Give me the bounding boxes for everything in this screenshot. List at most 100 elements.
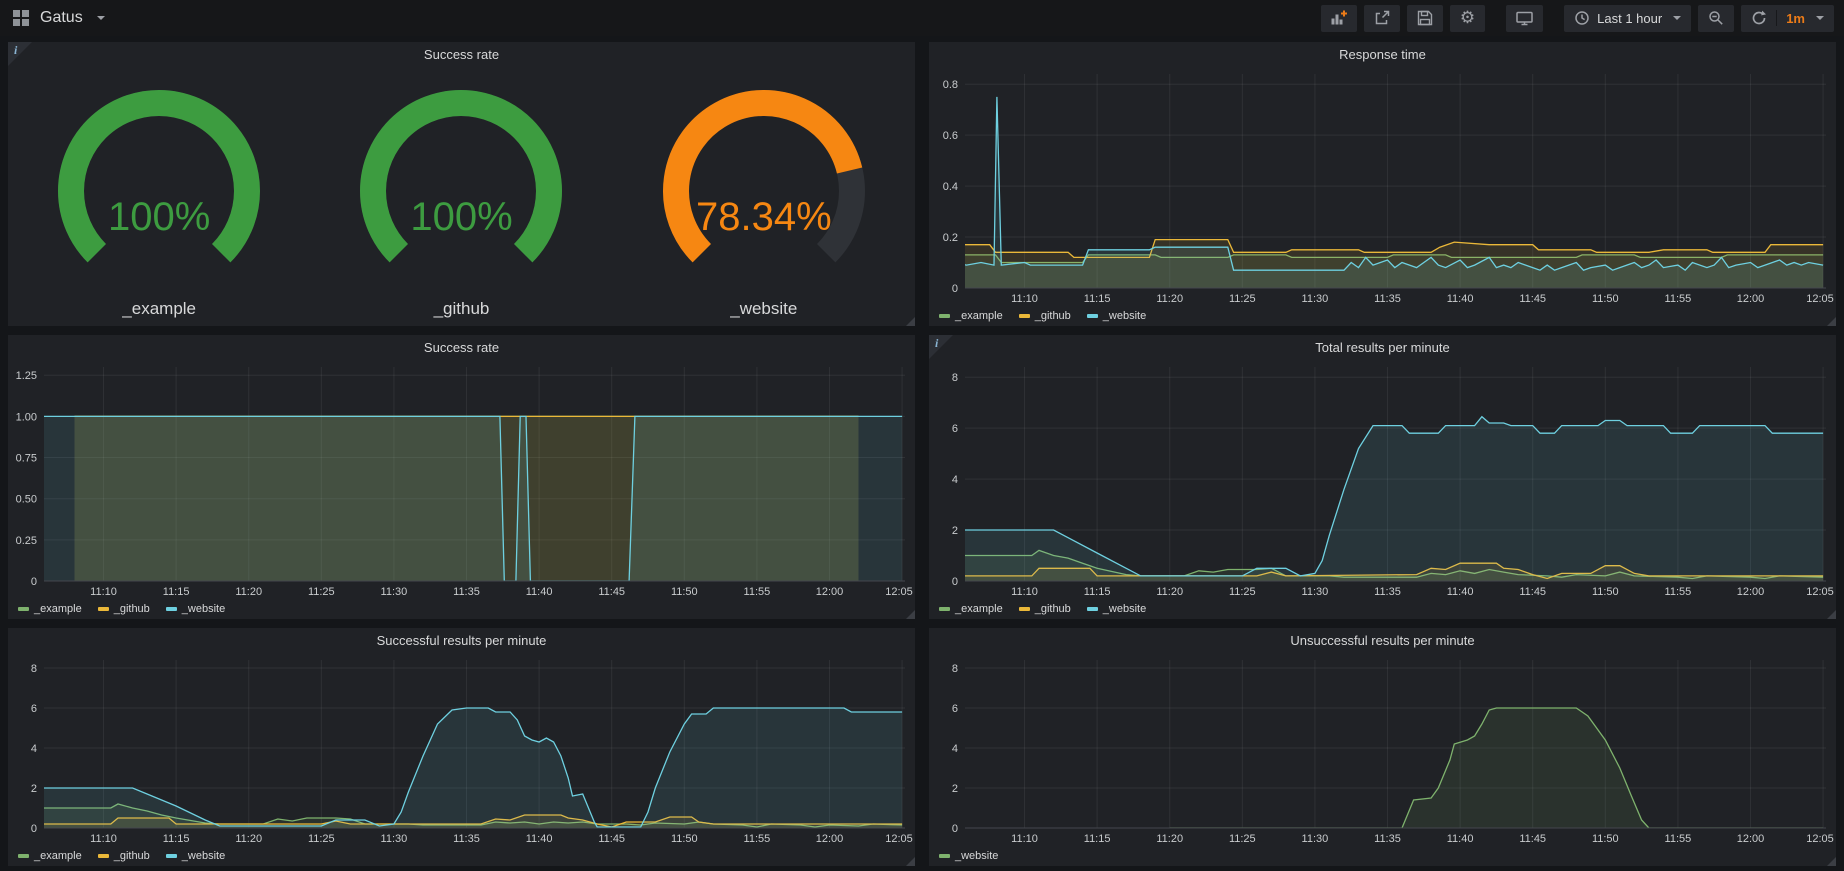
legend-item[interactable]: _website <box>939 850 998 862</box>
x-axis-tick-label: 12:05 <box>885 586 913 598</box>
panel-successful-results: Successful results per minute 11:1011:15… <box>8 628 915 866</box>
legend-item[interactable]: _example <box>18 850 82 862</box>
legend-swatch <box>939 854 950 858</box>
x-axis-tick-label: 11:50 <box>1592 833 1619 845</box>
legend-label: _example <box>34 850 82 862</box>
y-axis-tick-label: 6 <box>952 703 958 715</box>
series-fill-_website <box>31 708 902 828</box>
legend-item[interactable]: _example <box>18 603 82 615</box>
legend-item[interactable]: _website <box>1087 603 1146 615</box>
panel-resize-handle[interactable] <box>1827 857 1836 866</box>
panel-resize-handle[interactable] <box>906 317 915 326</box>
total-results-chart[interactable]: 11:1011:1511:2011:2511:3011:3511:4011:45… <box>929 360 1836 599</box>
panel-title[interactable]: Unsuccessful results per minute <box>929 628 1836 653</box>
x-axis-tick-label: 11:45 <box>1519 586 1546 598</box>
gauge-github: 100% _github <box>311 79 611 319</box>
x-axis-tick-label: 11:30 <box>1302 833 1329 845</box>
share-dashboard-button[interactable] <box>1364 5 1400 32</box>
time-range-picker[interactable]: Last 1 hour <box>1564 5 1691 32</box>
panel-title[interactable]: Success rate <box>8 335 915 360</box>
legend-label: _github <box>1035 310 1071 322</box>
y-axis-tick-label: 0.75 <box>16 453 37 465</box>
save-dashboard-button[interactable] <box>1407 5 1443 32</box>
panel-info-corner[interactable]: i <box>929 335 953 359</box>
chevron-down-icon <box>1816 16 1824 20</box>
panel-resize-handle[interactable] <box>1827 317 1836 326</box>
tv-mode-button[interactable] <box>1506 5 1543 32</box>
panel-title[interactable]: Successful results per minute <box>8 628 915 653</box>
gauge-website: 78.34% _website <box>614 79 914 319</box>
chart-legend: _website <box>929 846 1836 866</box>
legend-swatch <box>1087 607 1098 611</box>
x-axis-tick-label: 11:10 <box>1011 586 1038 598</box>
legend-item[interactable]: _github <box>1019 603 1071 615</box>
x-axis-tick-label: 12:05 <box>1806 293 1834 305</box>
unsuccessful-results-chart[interactable]: 11:1011:1511:2011:2511:3011:3511:4011:45… <box>929 653 1836 846</box>
legend-swatch <box>1019 314 1030 318</box>
panel-title[interactable]: Total results per minute <box>929 335 1836 360</box>
x-axis-tick-label: 12:00 <box>1737 586 1765 598</box>
y-axis-tick-label: 8 <box>952 372 958 384</box>
panel-info-corner[interactable]: i <box>8 42 32 66</box>
panel-resize-handle[interactable] <box>1827 610 1836 619</box>
response-time-chart[interactable]: 11:1011:1511:2011:2511:3011:3511:4011:45… <box>929 67 1836 306</box>
x-axis-tick-label: 11:20 <box>235 833 262 845</box>
legend-label: _website <box>955 850 998 862</box>
y-axis-tick-label: 2 <box>952 783 958 795</box>
legend-item[interactable]: _example <box>939 603 1003 615</box>
dashboard-settings-button[interactable]: ⚙ <box>1450 5 1485 32</box>
legend-item[interactable]: _website <box>166 850 225 862</box>
add-panel-icon <box>1331 10 1347 26</box>
y-axis-tick-label: 0 <box>31 576 37 588</box>
refresh-picker[interactable]: 1m <box>1741 5 1834 32</box>
panel-resize-handle[interactable] <box>906 610 915 619</box>
y-axis-tick-label: 6 <box>952 423 958 435</box>
gauge-value: 100% <box>9 195 309 240</box>
panel-resize-handle[interactable] <box>906 857 915 866</box>
success-rate-chart[interactable]: 11:1011:1511:2011:2511:3011:3511:4011:45… <box>8 360 915 599</box>
dashboard-title[interactable]: Gatus <box>40 9 83 27</box>
y-axis-tick-label: 4 <box>952 474 958 486</box>
panel-title[interactable]: Response time <box>929 42 1836 67</box>
navbar: Gatus ⚙ <box>0 0 1844 36</box>
panel-success-rate-series: Success rate 11:1011:1511:2011:2511:3011… <box>8 335 915 619</box>
x-axis-tick-label: 11:40 <box>526 586 553 598</box>
zoom-out-button[interactable] <box>1698 5 1734 32</box>
add-panel-button[interactable] <box>1321 5 1357 32</box>
legend-swatch <box>939 607 950 611</box>
x-axis-tick-label: 11:30 <box>381 833 408 845</box>
gauge-value: 78.34% <box>614 195 914 240</box>
x-axis-tick-label: 11:55 <box>1665 293 1692 305</box>
legend-item[interactable]: _website <box>1087 310 1146 322</box>
panel-success-rate-gauges: i Success rate 100% _example 100% _githu… <box>8 42 915 326</box>
x-axis-tick-label: 11:55 <box>1665 833 1692 845</box>
legend-label: _github <box>1035 603 1071 615</box>
refresh-interval-label: 1m <box>1786 11 1805 26</box>
legend-item[interactable]: _example <box>939 310 1003 322</box>
panel-response-time: Response time 11:1011:1511:2011:2511:301… <box>929 42 1836 326</box>
info-icon: i <box>14 43 17 58</box>
zoom-out-icon <box>1708 10 1724 26</box>
legend-item[interactable]: _website <box>166 603 225 615</box>
y-axis-tick-label: 0.2 <box>943 232 958 244</box>
legend-label: _github <box>114 850 150 862</box>
legend-item[interactable]: _github <box>98 850 150 862</box>
y-axis-tick-label: 2 <box>31 783 37 795</box>
x-axis-tick-label: 11:25 <box>1229 833 1256 845</box>
time-range-label: Last 1 hour <box>1597 11 1662 26</box>
y-axis-tick-label: 0.25 <box>16 535 37 547</box>
chevron-down-icon <box>1673 16 1681 20</box>
x-axis-tick-label: 11:25 <box>308 586 335 598</box>
legend-item[interactable]: _github <box>98 603 150 615</box>
panel-title[interactable]: Success rate <box>8 42 915 67</box>
y-axis-tick-label: 0 <box>31 823 37 835</box>
legend-swatch <box>1019 607 1030 611</box>
x-axis-tick-label: 12:00 <box>1737 293 1765 305</box>
successful-results-chart[interactable]: 11:1011:1511:2011:2511:3011:3511:4011:45… <box>8 653 915 846</box>
legend-item[interactable]: _github <box>1019 310 1071 322</box>
x-axis-tick-label: 11:20 <box>1156 833 1183 845</box>
dashboards-grid-icon[interactable] <box>12 9 30 27</box>
legend-label: _website <box>1103 310 1146 322</box>
x-axis-tick-label: 11:50 <box>1592 293 1619 305</box>
clock-icon <box>1574 10 1590 26</box>
